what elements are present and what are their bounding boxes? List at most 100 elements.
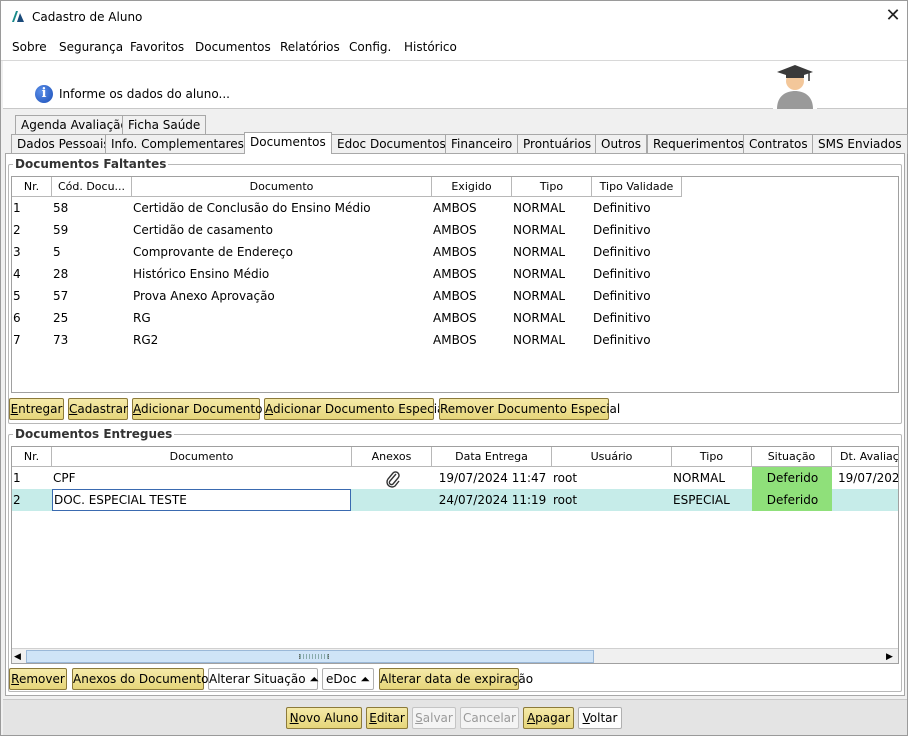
entregue-row1-documento[interactable]: CPF: [52, 467, 352, 489]
faltante-cell-validade[interactable]: Definitivo: [592, 285, 682, 307]
col-situacao[interactable]: Situação: [752, 447, 832, 467]
adicionar-documento-especial-button[interactable]: Adicionar Documento Especial: [264, 398, 448, 420]
faltante-cell-nr[interactable]: 5: [12, 285, 52, 307]
col-dt-avaliacao[interactable]: Dt. Avaliação: [832, 447, 898, 467]
tab-prontuarios[interactable]: Prontuários: [517, 134, 598, 154]
entregue-row1-usuario[interactable]: root: [552, 467, 672, 489]
faltante-cell-tipo[interactable]: NORMAL: [512, 263, 592, 285]
faltante-cell-documento[interactable]: Comprovante de Endereço: [132, 241, 432, 263]
faltante-cell-exigido[interactable]: AMBOS: [432, 307, 512, 329]
faltante-cell-validade[interactable]: Definitivo: [592, 329, 682, 351]
faltante-cell-tipo[interactable]: NORMAL: [512, 197, 592, 219]
faltante-cell-validade[interactable]: Definitivo: [592, 219, 682, 241]
entregue-row2-tipo[interactable]: ESPECIAL: [672, 489, 752, 511]
tab-info-complementares[interactable]: Info. Complementares: [105, 134, 250, 154]
faltante-cell-validade[interactable]: Definitivo: [592, 241, 682, 263]
entregue-row2-documento[interactable]: DOC. ESPECIAL TESTE: [52, 489, 351, 511]
remover-documento-especial-button[interactable]: Remover Documento Especial: [439, 398, 620, 420]
table-row[interactable]: 6 25 RG AMBOS NORMAL Definitivo: [12, 307, 682, 329]
faltante-cell-validade[interactable]: Definitivo: [592, 307, 682, 329]
apagar-button[interactable]: Apagar: [523, 707, 574, 729]
tab-ficha-saude[interactable]: Ficha Saúde: [122, 115, 207, 135]
faltante-cell-exigido[interactable]: AMBOS: [432, 197, 512, 219]
faltante-cell-tipo[interactable]: NORMAL: [512, 241, 592, 263]
entregue-row2-nr[interactable]: 2: [12, 489, 52, 511]
alterar-situacao-button[interactable]: Alterar Situação ⏶: [208, 668, 319, 690]
faltante-cell-documento[interactable]: Certidão de Conclusão do Ensino Médio: [132, 197, 432, 219]
menu-favoritos[interactable]: Favoritos: [130, 40, 184, 54]
faltante-cell-exigido[interactable]: AMBOS: [432, 263, 512, 285]
table-row[interactable]: 1 58 Certidão de Conclusão do Ensino Médio…: [12, 197, 682, 219]
col-data-entrega[interactable]: Data Entrega: [432, 447, 552, 467]
faltante-cell-tipo[interactable]: NORMAL: [512, 219, 592, 241]
faltante-cell-validade[interactable]: Definitivo: [592, 197, 682, 219]
faltante-cell-cod[interactable]: 5: [52, 241, 132, 263]
col-nr[interactable]: Nr.: [12, 177, 52, 197]
col-anexos[interactable]: Anexos: [352, 447, 432, 467]
tab-edoc-documentos[interactable]: Edoc Documentos: [331, 134, 452, 154]
faltante-cell-tipo[interactable]: NORMAL: [512, 285, 592, 307]
entregue-row2-situacao[interactable]: Deferido: [752, 489, 832, 511]
editar-button[interactable]: Editar: [366, 707, 408, 729]
menu-historico[interactable]: Histórico: [404, 40, 457, 54]
entregue-row2-data[interactable]: 24/07/2024 11:19: [432, 489, 552, 511]
col-nr[interactable]: Nr.: [12, 447, 52, 467]
col-tipo-validade[interactable]: Tipo Validade: [592, 177, 682, 197]
entregue-row2-usuario[interactable]: root: [552, 489, 672, 511]
faltantes-table[interactable]: Nr. Cód. Docu... Documento Exigido Tipo …: [11, 176, 899, 393]
menu-config[interactable]: Config.: [349, 40, 391, 54]
salvar-button[interactable]: Salvar: [412, 707, 456, 729]
faltante-cell-nr[interactable]: 2: [12, 219, 52, 241]
table-row[interactable]: 7 73 RG2 AMBOS NORMAL Definitivo: [12, 329, 682, 351]
col-documento[interactable]: Documento: [52, 447, 352, 467]
remover-button[interactable]: Remover: [9, 668, 67, 690]
entregues-table[interactable]: Nr. Documento Anexos Data Entrega Usuári…: [11, 446, 899, 664]
entregue-row1-situacao[interactable]: Deferido: [752, 467, 832, 489]
faltante-cell-documento[interactable]: Certidão de casamento: [132, 219, 432, 241]
cancelar-button[interactable]: Cancelar: [460, 707, 519, 729]
faltante-cell-exigido[interactable]: AMBOS: [432, 329, 512, 351]
faltante-cell-exigido[interactable]: AMBOS: [432, 241, 512, 263]
tab-requerimentos[interactable]: Requerimentos: [647, 134, 751, 154]
faltante-cell-documento[interactable]: RG: [132, 307, 432, 329]
faltante-cell-cod[interactable]: 57: [52, 285, 132, 307]
tab-sms-enviados[interactable]: SMS Enviados: [812, 134, 908, 154]
adicionar-documento-button[interactable]: Adicionar Documento: [132, 398, 262, 420]
faltante-cell-cod[interactable]: 58: [52, 197, 132, 219]
paperclip-icon[interactable]: [352, 467, 432, 489]
faltante-cell-nr[interactable]: 7: [12, 329, 52, 351]
faltante-cell-exigido[interactable]: AMBOS: [432, 285, 512, 307]
cadastrar-button[interactable]: Cadastrar: [68, 398, 128, 420]
tab-agenda-avaliacao[interactable]: Agenda Avaliação: [15, 115, 134, 135]
table-row[interactable]: 3 5 Comprovante de Endereço AMBOS NORMAL Defi…: [12, 241, 682, 263]
scroll-right-icon[interactable]: ▶: [886, 652, 893, 662]
faltante-cell-nr[interactable]: 4: [12, 263, 52, 285]
entregar-button[interactable]: Entregar: [9, 398, 64, 420]
menu-documentos[interactable]: Documentos: [195, 40, 271, 54]
close-icon[interactable]: ✕: [881, 5, 905, 29]
scrollbar-thumb[interactable]: [26, 650, 594, 663]
table-row[interactable]: 2 59 Certidão de casamento AMBOS NORMAL Defin…: [12, 219, 682, 241]
horizontal-scrollbar[interactable]: ◀ ▶: [12, 648, 898, 663]
col-tipo[interactable]: Tipo: [672, 447, 752, 467]
col-tipo[interactable]: Tipo: [512, 177, 592, 197]
entregue-row1-nr[interactable]: 1: [12, 467, 52, 489]
alterar-data-expiracao-button[interactable]: Alterar data de expiração: [379, 668, 533, 690]
table-row[interactable]: 4 28 Histórico Ensino Médio AMBOS NORMAL Defi…: [12, 263, 682, 285]
faltante-cell-nr[interactable]: 6: [12, 307, 52, 329]
faltante-cell-validade[interactable]: Definitivo: [592, 263, 682, 285]
faltante-cell-nr[interactable]: 1: [12, 197, 52, 219]
entregue-row1-data[interactable]: 19/07/2024 11:47: [432, 467, 552, 489]
faltante-cell-nr[interactable]: 3: [12, 241, 52, 263]
menu-sobre[interactable]: Sobre: [12, 40, 47, 54]
faltante-cell-tipo[interactable]: NORMAL: [512, 307, 592, 329]
entregue-row1-dt-avaliacao[interactable]: 19/07/2024: [837, 467, 898, 489]
novo-aluno-button[interactable]: Novo Aluno: [286, 707, 362, 729]
faltante-cell-cod[interactable]: 73: [52, 329, 132, 351]
col-cod-documento[interactable]: Cód. Docu...: [52, 177, 132, 197]
menu-seguranca[interactable]: Segurança: [59, 40, 123, 54]
table-row[interactable]: 5 57 Prova Anexo Aprovação AMBOS NORMAL Defin…: [12, 285, 682, 307]
faltante-cell-documento[interactable]: Histórico Ensino Médio: [132, 263, 432, 285]
tab-outros[interactable]: Outros: [595, 134, 648, 154]
edoc-button[interactable]: eDoc ⏶: [322, 668, 374, 690]
